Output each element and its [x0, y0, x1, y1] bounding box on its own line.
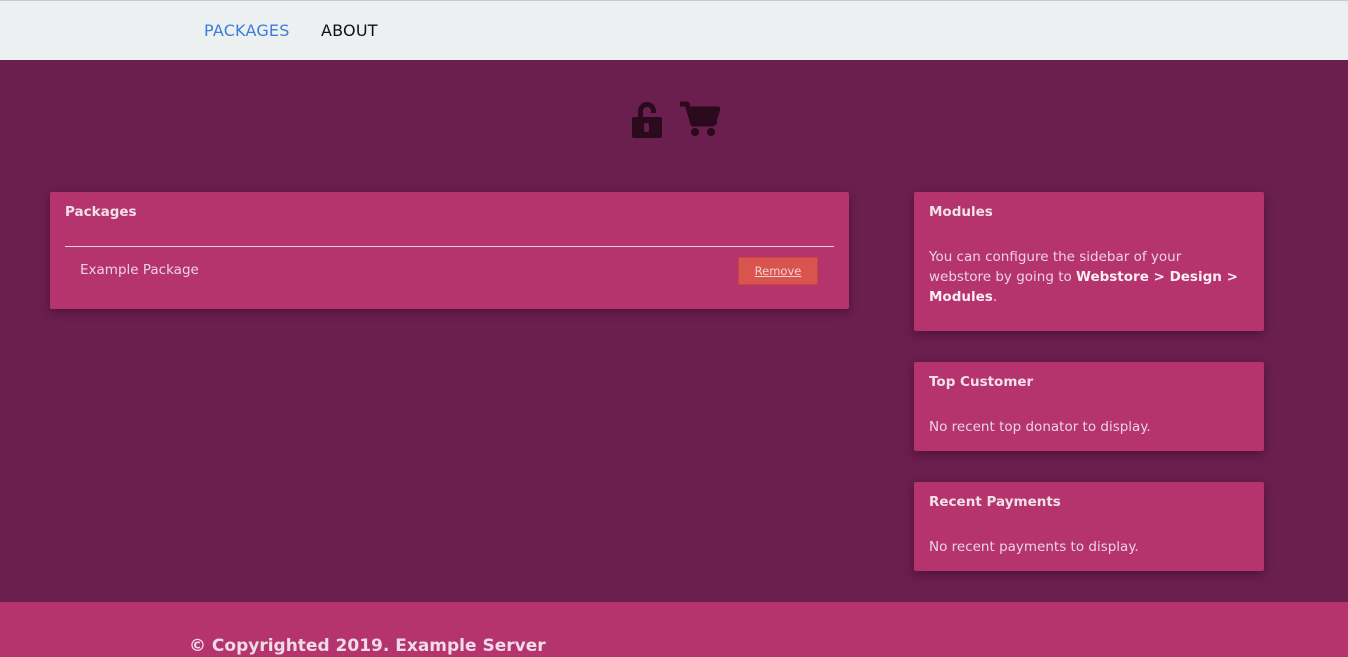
nav-item-packages[interactable]: PACKAGES	[204, 21, 290, 40]
footer-copyright: © Copyrighted 2019. Example Server	[189, 636, 546, 656]
remove-package-button[interactable]: Remove	[738, 257, 818, 285]
modules-text-after: .	[992, 289, 998, 305]
packages-panel: Packages Example Package Remove	[50, 192, 849, 309]
unlock-icon[interactable]	[630, 100, 664, 142]
packages-panel-title: Packages	[65, 204, 137, 220]
top-customer-title: Top Customer	[929, 374, 1034, 390]
footer: © Copyrighted 2019. Example Server	[0, 602, 1348, 657]
nav-item-about[interactable]: ABOUT	[321, 21, 378, 40]
top-customer-text: No recent top donator to display.	[929, 419, 1151, 435]
packages-divider	[65, 246, 834, 247]
top-customer-panel: Top Customer No recent top donator to di…	[914, 362, 1264, 451]
modules-panel-title: Modules	[929, 204, 993, 220]
shopping-cart-icon[interactable]	[680, 100, 721, 142]
recent-payments-title: Recent Payments	[929, 494, 1061, 510]
top-navbar: PACKAGES ABOUT	[0, 0, 1348, 60]
modules-panel: Modules You can configure the sidebar of…	[914, 192, 1264, 331]
modules-panel-text: You can configure the sidebar of your we…	[929, 247, 1239, 307]
recent-payments-text: No recent payments to display.	[929, 539, 1139, 555]
package-name: Example Package	[80, 262, 199, 278]
recent-payments-panel: Recent Payments No recent payments to di…	[914, 482, 1264, 571]
